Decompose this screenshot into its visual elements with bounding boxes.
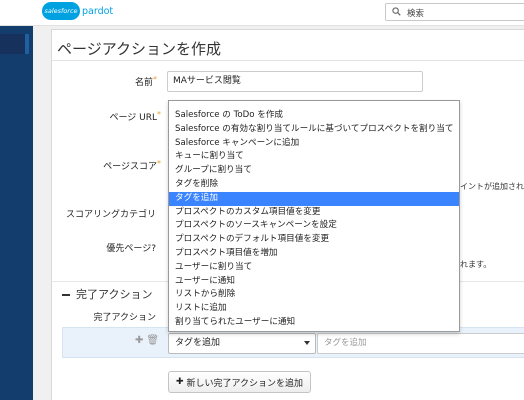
dropdown-option[interactable]: リストから削除: [169, 288, 459, 302]
required-marker: *: [153, 75, 157, 84]
completion-action-select[interactable]: タグを追加: [168, 333, 316, 354]
priority-page-label: 優先ページ?: [106, 244, 156, 254]
nav-item-active[interactable]: [0, 34, 29, 54]
dropdown-option[interactable]: タグを追加: [169, 191, 459, 206]
title-divider: [51, 60, 524, 61]
completion-actions-title: 完了アクション: [76, 288, 153, 301]
name-label: 名前*: [100, 75, 157, 88]
chevron-down-icon: [304, 341, 310, 345]
completion-action-dropdown-list[interactable]: Salesforce の ToDo を作成 Salesforce の有効な割り当て…: [168, 100, 460, 332]
dropdown-option[interactable]: Salesforce の ToDo を作成: [169, 109, 459, 123]
name-field[interactable]: MAサービス閲覧: [167, 71, 423, 92]
row-icons: ✚ 🗑: [135, 335, 159, 346]
search-placeholder: 検索: [407, 9, 425, 19]
search-icon: [392, 7, 401, 16]
search-input[interactable]: 検索: [385, 3, 524, 21]
selected-action-text: タグを追加: [175, 338, 221, 348]
salesforce-pardot-logo[interactable]: salesforce pardot: [42, 2, 113, 20]
page-score-label: ページスコア*: [90, 159, 161, 172]
required-marker: *: [157, 110, 161, 119]
name-label-text: 名前: [134, 78, 153, 88]
add-completion-action-label: 新しい完了アクションを追加: [186, 378, 304, 389]
plus-icon: ✚: [175, 377, 184, 387]
dropdown-option[interactable]: プロスペクトのデフォルト項目値を変更: [169, 233, 459, 247]
page-url-label-text: ページ URL: [109, 113, 157, 123]
collapse-icon: [62, 294, 70, 296]
dropdown-option[interactable]: [169, 101, 459, 109]
dropdown-option[interactable]: プロスペクトのカスタム項目値を変更: [169, 206, 459, 220]
page-title: ページアクションを作成: [57, 40, 221, 58]
dropdown-option[interactable]: Salesforce の有効な割り当てルールに基づいてプロスペクトを割り当て: [169, 123, 459, 137]
scoring-category-label: スコアリングカテゴリ: [66, 210, 157, 220]
tag-input[interactable]: タグを追加: [317, 333, 524, 354]
dropdown-option[interactable]: プロスペクト項目値を増加: [169, 247, 459, 261]
drag-move-icon[interactable]: ✚: [135, 335, 143, 346]
pardot-wordmark: pardot: [82, 5, 114, 17]
score-help-text: イントが追加されま: [460, 182, 524, 191]
dropdown-option[interactable]: キューに割り当て: [169, 150, 459, 164]
left-nav-rail: [0, 26, 33, 400]
dropdown-option[interactable]: Salesforce キャンペーンに追加: [169, 137, 459, 151]
page-url-label: ページ URL*: [90, 110, 161, 123]
priority-help-text: れます。: [460, 260, 492, 269]
dropdown-option[interactable]: 割り当てられたユーザーに通知: [169, 316, 459, 330]
dropdown-option[interactable]: タグを削除: [169, 178, 459, 192]
trash-icon[interactable]: 🗑: [146, 335, 159, 346]
completion-action-label: 完了アクション: [93, 313, 156, 323]
required-marker: *: [157, 159, 161, 168]
dropdown-option[interactable]: ユーザーに通知: [169, 275, 459, 289]
dropdown-option[interactable]: ユーザーに割り当て: [169, 261, 459, 275]
completion-actions-heading[interactable]: 完了アクション: [62, 286, 152, 302]
dropdown-option[interactable]: リストに追加: [169, 302, 459, 316]
page-score-label-text: ページスコア: [103, 162, 157, 172]
top-header: salesforce pardot 検索: [0, 0, 524, 26]
salesforce-cloud-logo: salesforce: [42, 2, 80, 20]
dropdown-option[interactable]: グループに割り当て: [169, 164, 459, 178]
add-completion-action-button[interactable]: ✚ 新しい完了アクションを追加: [168, 371, 311, 393]
dropdown-option[interactable]: プロスペクトのソースキャンペーンを設定: [169, 219, 459, 233]
